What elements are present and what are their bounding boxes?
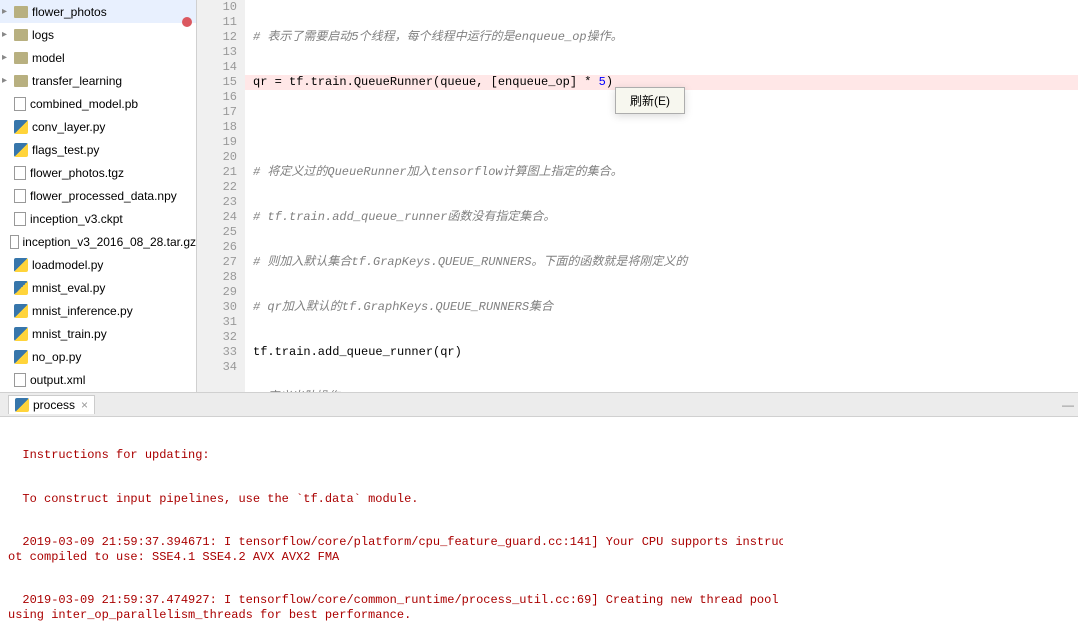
code-editor[interactable]: 10 11 1213141516171819202122232425262728… [197, 0, 1078, 392]
python-icon [14, 304, 28, 318]
tree-item-inception-tar[interactable]: inception_v3_2016_08_28.tar.gz [0, 230, 196, 253]
python-icon [14, 120, 28, 134]
tree-item-inception-ckpt[interactable]: inception_v3.ckpt [0, 207, 196, 230]
project-tree: ▸flower_photos ▸logs ▸model ▸transfer_le… [0, 0, 197, 392]
tree-item-model[interactable]: ▸model [0, 46, 196, 69]
file-icon [14, 97, 26, 111]
tree-item-combined-model[interactable]: combined_model.pb [0, 92, 196, 115]
folder-icon [14, 52, 28, 64]
file-icon [10, 235, 19, 249]
python-icon [14, 258, 28, 272]
breakpoint-icon[interactable] [182, 17, 192, 27]
line-gutter[interactable]: 10 11 1213141516171819202122232425262728… [197, 0, 245, 392]
file-icon [14, 189, 26, 203]
folder-icon [14, 6, 28, 18]
folder-icon [14, 75, 28, 87]
file-icon [14, 373, 26, 387]
tree-item-output-xml[interactable]: output.xml [0, 368, 196, 391]
folder-icon [14, 29, 28, 41]
tree-item-conv-layer[interactable]: conv_layer.py [0, 115, 196, 138]
python-icon [14, 327, 28, 341]
tree-item-loadmodel[interactable]: loadmodel.py [0, 253, 196, 276]
console-output[interactable]: Instructions for updating: To construct … [0, 417, 1078, 631]
file-icon [14, 212, 26, 226]
close-icon[interactable]: × [81, 398, 88, 412]
hide-panel-icon[interactable]: — [1062, 398, 1074, 412]
tree-item-flower-processed[interactable]: flower_processed_data.npy [0, 184, 196, 207]
tree-item-no-op[interactable]: no_op.py [0, 345, 196, 368]
blank-panel [783, 417, 1078, 631]
python-icon [14, 350, 28, 364]
python-icon [15, 398, 29, 412]
tree-item-logs[interactable]: ▸logs [0, 23, 196, 46]
console-tab-bar: process × — [0, 393, 1078, 417]
tree-item-mnist-train[interactable]: mnist_train.py [0, 322, 196, 345]
tree-item-mnist-eval[interactable]: mnist_eval.py [0, 276, 196, 299]
code-area[interactable]: # 表示了需要启动5个线程，每个线程中运行的是enqueue_op操作。 qr … [245, 0, 1078, 392]
python-icon [14, 143, 28, 157]
tree-item-flags-test[interactable]: flags_test.py [0, 138, 196, 161]
python-icon [14, 281, 28, 295]
tree-item-flower-photos[interactable]: ▸flower_photos [0, 0, 196, 23]
file-icon [14, 166, 26, 180]
tree-item-flower-photos-tgz[interactable]: flower_photos.tgz [0, 161, 196, 184]
tree-item-mnist-inference[interactable]: mnist_inference.py [0, 299, 196, 322]
tab-label: process [33, 398, 75, 412]
tab-process[interactable]: process × [8, 395, 95, 414]
tree-item-transfer-learning[interactable]: ▸transfer_learning [0, 69, 196, 92]
context-menu-refresh[interactable]: 刷新(E) [615, 87, 685, 114]
